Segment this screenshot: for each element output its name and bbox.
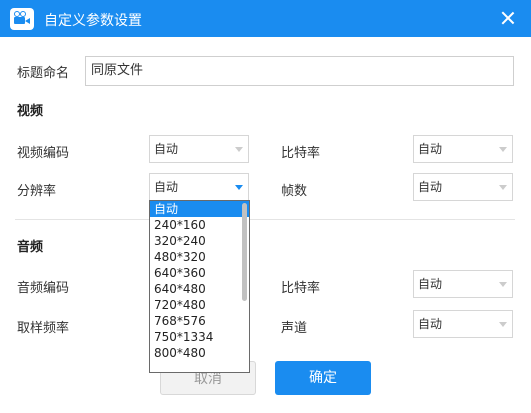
resolution-select[interactable]: 自动 [149, 173, 249, 201]
audio-section-heading: 音频 [17, 240, 44, 255]
resolution-option[interactable]: 320*240 [150, 233, 249, 249]
resolution-option[interactable]: 768*576 [150, 313, 249, 329]
resolution-option[interactable]: 自动 [150, 201, 249, 217]
video-section-heading: 视频 [17, 104, 44, 119]
audio-bitrate-value: 自动 [418, 277, 443, 291]
video-camera-icon [10, 8, 34, 30]
resolution-dropdown-list: 自动 240*160 320*240 480*320 640*360 640*4… [149, 200, 250, 373]
sample-rate-label: 取样频率 [17, 321, 70, 336]
chevron-down-icon [499, 322, 507, 327]
close-icon[interactable] [499, 9, 517, 27]
resolution-option[interactable]: 750*1334 [150, 329, 249, 345]
resolution-option[interactable]: 800*480 [150, 345, 249, 361]
window-title: 自定义参数设置 [44, 13, 142, 29]
resolution-option[interactable]: 640*480 [150, 281, 249, 297]
video-bitrate-value: 自动 [418, 142, 443, 156]
audio-codec-label: 音频编码 [17, 281, 70, 296]
framerate-value: 自动 [418, 180, 443, 194]
chevron-down-icon [235, 185, 243, 190]
section-divider [15, 219, 515, 220]
framerate-label: 帧数 [281, 184, 308, 199]
resolution-option[interactable]: 720*480 [150, 297, 249, 313]
chevron-down-icon [499, 282, 507, 287]
channel-label: 声道 [281, 321, 308, 336]
chevron-down-icon [499, 147, 507, 152]
audio-bitrate-label: 比特率 [281, 281, 321, 296]
resolution-label: 分辨率 [17, 184, 57, 199]
dropdown-scrollbar[interactable] [242, 203, 247, 301]
title-bar: 自定义参数设置 [0, 0, 531, 37]
title-name-input[interactable]: 同原文件 [85, 56, 514, 86]
framerate-select[interactable]: 自动 [413, 173, 513, 201]
video-codec-select[interactable]: 自动 [149, 135, 249, 163]
title-name-label: 标题命名 [17, 66, 70, 81]
chevron-down-icon [235, 147, 243, 152]
chevron-down-icon [499, 185, 507, 190]
ok-button[interactable]: 确定 [275, 361, 371, 395]
video-bitrate-select[interactable]: 自动 [413, 135, 513, 163]
resolution-option[interactable]: 240*160 [150, 217, 249, 233]
video-codec-label: 视频编码 [17, 146, 70, 161]
resolution-option[interactable]: 640*360 [150, 265, 249, 281]
channel-select[interactable]: 自动 [413, 310, 513, 338]
video-bitrate-label: 比特率 [281, 146, 321, 161]
channel-value: 自动 [418, 317, 443, 331]
video-codec-value: 自动 [154, 142, 179, 156]
resolution-option[interactable]: 480*320 [150, 249, 249, 265]
audio-bitrate-select[interactable]: 自动 [413, 270, 513, 298]
resolution-value: 自动 [154, 180, 179, 194]
